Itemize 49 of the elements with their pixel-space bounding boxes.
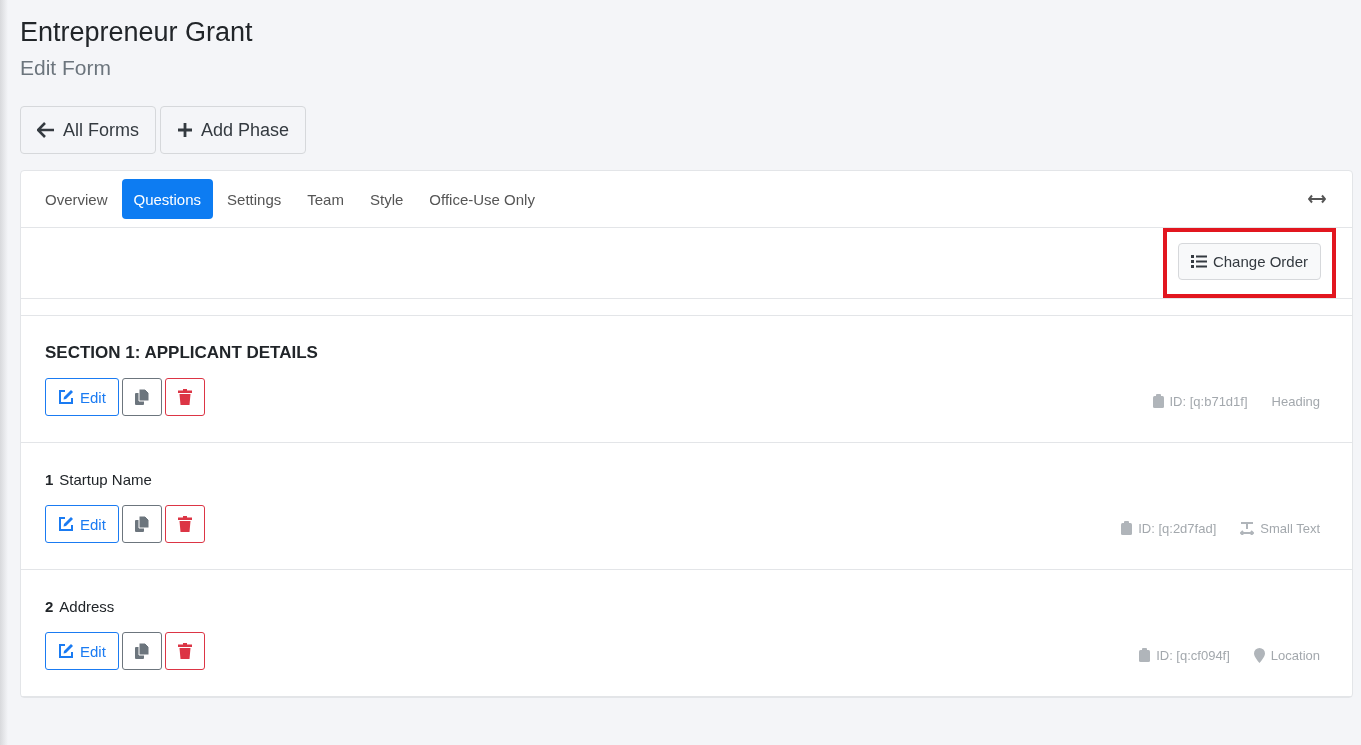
copy-icon <box>134 389 149 405</box>
edit-icon <box>58 516 74 532</box>
trash-icon <box>177 516 192 532</box>
question-id: ID: [q:cf094f] <box>1156 647 1230 663</box>
edit-button[interactable]: Edit <box>45 505 119 543</box>
edit-button[interactable]: Edit <box>45 632 119 670</box>
edit-icon <box>58 389 74 405</box>
tab[interactable]: Team <box>295 179 356 219</box>
edit-icon <box>58 643 74 659</box>
tab[interactable]: Questions <box>121 179 214 219</box>
delete-button[interactable] <box>164 378 205 416</box>
clipboard-icon <box>1152 394 1164 408</box>
duplicate-button[interactable] <box>121 378 162 416</box>
delete-button[interactable] <box>164 632 205 670</box>
duplicate-button[interactable] <box>121 505 162 543</box>
trash-icon <box>177 389 192 405</box>
question-number: 1 <box>45 470 54 490</box>
question-id: ID: [q:2d7fad] <box>1138 520 1217 536</box>
trash-icon <box>177 643 192 659</box>
tab[interactable]: Overview <box>33 179 120 219</box>
text-width-icon <box>1240 521 1255 535</box>
edit-button[interactable]: Edit <box>45 378 119 416</box>
question-number: 2 <box>45 597 54 617</box>
copy-icon <box>134 516 149 532</box>
question-type: Small Text <box>1260 520 1320 536</box>
expand-icon[interactable] <box>1308 194 1326 204</box>
question-title: Address <box>59 597 115 617</box>
tab[interactable]: Office-Use Only <box>417 179 547 219</box>
section-heading: SECTION 1: APPLICANT DETAILS <box>45 342 319 364</box>
question-type: Heading <box>1271 393 1320 409</box>
back-button[interactable]: All Forms <box>20 106 156 154</box>
add-button[interactable]: Add Phase <box>160 106 307 154</box>
map-pin-icon <box>1253 647 1265 663</box>
plus-icon <box>177 122 193 138</box>
question-id: ID: [q:b71d1f] <box>1169 393 1248 409</box>
tab[interactable]: Settings <box>215 179 294 219</box>
delete-button[interactable] <box>164 505 205 543</box>
duplicate-button[interactable] <box>121 632 162 670</box>
page-subtitle: Edit Form <box>20 56 112 80</box>
clipboard-icon <box>1121 521 1133 535</box>
copy-icon <box>134 643 149 659</box>
question-title: Startup Name <box>59 470 152 490</box>
clipboard-icon <box>1139 648 1151 662</box>
arrow-left-icon <box>37 122 55 138</box>
change-order-button[interactable]: Change Order <box>1177 243 1321 280</box>
list-icon <box>1190 255 1207 268</box>
question-type: Location <box>1270 647 1320 663</box>
tab[interactable]: Style <box>357 179 416 219</box>
page-title: Entrepreneur Grant <box>20 16 254 49</box>
